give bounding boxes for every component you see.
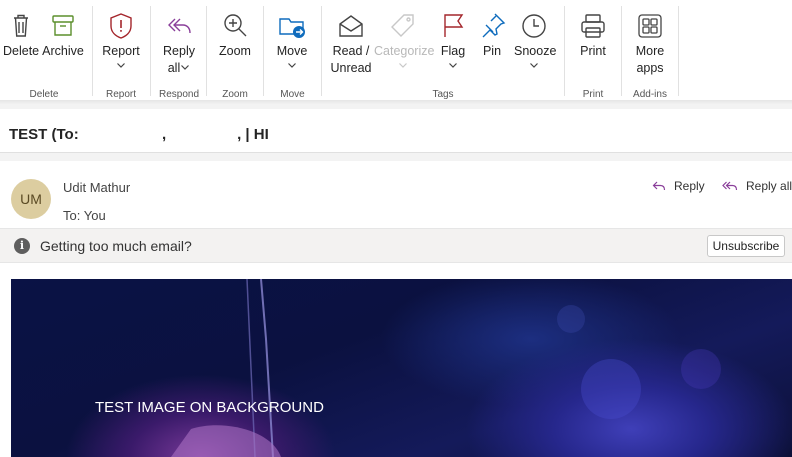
read-unread-button[interactable]: Read / Unread <box>330 10 372 76</box>
group-label-tags: Tags <box>432 89 454 100</box>
subject-card: TEST (To: , , | HI <box>0 109 792 153</box>
group-label-move: Move <box>280 89 305 100</box>
archive-button[interactable]: Archive <box>42 10 84 59</box>
hero-image: TEST IMAGE ON BACKGROUND <box>11 279 792 457</box>
group-label-respond: Respond <box>158 89 200 100</box>
archive-icon <box>52 15 74 36</box>
apps-grid-icon <box>638 14 662 38</box>
divider <box>678 6 679 96</box>
pin-button[interactable]: Pin <box>476 10 508 59</box>
zoom-group: Zoom Zoom <box>207 6 263 100</box>
report-button[interactable]: Report <box>99 10 143 71</box>
to-label: To: <box>63 208 81 223</box>
chevron-down-icon <box>181 65 190 70</box>
envelope-open-icon <box>339 15 363 37</box>
report-group: Report Report <box>93 6 149 100</box>
chevron-down-icon <box>530 63 538 68</box>
tags-group: Read / Unread Categorize Flag Pin Snooze… <box>322 6 564 100</box>
categorize-button[interactable]: Categorize <box>374 10 434 71</box>
reply-all-button[interactable]: Reply all <box>159 10 199 76</box>
group-label-print: Print <box>582 89 604 100</box>
reply-all-header-button[interactable]: Reply all <box>722 179 792 193</box>
folder-move-icon <box>279 18 305 38</box>
flag-button[interactable]: Flag <box>436 10 470 71</box>
info-bar: i Getting too much email? Unsubscribe <box>0 228 792 263</box>
info-icon: i <box>14 238 30 254</box>
printer-icon <box>581 14 605 38</box>
chevron-down-icon <box>449 63 457 68</box>
move-button[interactable]: Move <box>274 10 310 71</box>
unsubscribe-button[interactable]: Unsubscribe <box>707 235 785 257</box>
group-label-zoom: Zoom <box>222 89 248 100</box>
recipient-line: To: You <box>63 208 106 223</box>
group-label-delete: Delete <box>29 89 59 100</box>
group-label-report: Report <box>105 89 136 100</box>
reply-all-icon <box>168 18 191 34</box>
trash-icon <box>14 14 28 37</box>
chevron-down-icon <box>117 63 125 68</box>
zoom-button[interactable]: Zoom <box>217 10 253 59</box>
reply-button[interactable]: Reply <box>652 179 705 193</box>
message-subject: TEST (To: , , | HI <box>9 126 269 143</box>
flag-icon <box>444 14 464 37</box>
snooze-button[interactable]: Snooze <box>514 10 556 71</box>
zoom-icon <box>224 14 247 37</box>
chevron-down-icon <box>399 63 407 68</box>
subject-area: TEST (To: , , | HI <box>0 105 792 161</box>
sender-name[interactable]: Udit Mathur <box>63 180 130 195</box>
chevron-down-icon <box>288 63 296 68</box>
sender-avatar[interactable]: UM <box>11 179 51 219</box>
delete-group: Delete Archive Delete <box>0 6 88 100</box>
violin-illustration <box>171 279 721 457</box>
reply-all-icon <box>722 181 738 191</box>
shield-alert-icon <box>110 13 132 39</box>
respond-group: Reply all Respond <box>151 6 207 100</box>
print-group: Print Print <box>565 6 621 100</box>
ribbon-toolbar: Delete Archive Delete Report Report Repl… <box>0 0 792 101</box>
to-value[interactable]: You <box>84 208 106 223</box>
reply-icon <box>652 181 666 191</box>
group-label-addins: Add-ins <box>633 89 667 100</box>
info-text: Getting too much email? <box>40 238 192 254</box>
print-button[interactable]: Print <box>575 10 611 59</box>
pin-icon <box>482 13 506 38</box>
addins-group: More apps Add-ins <box>622 6 678 100</box>
move-group: Move Move <box>264 6 321 100</box>
tag-icon <box>391 14 414 37</box>
hero-text: TEST IMAGE ON BACKGROUND <box>95 399 324 416</box>
more-apps-button[interactable]: More apps <box>630 10 670 76</box>
delete-button[interactable]: Delete <box>3 10 39 59</box>
clock-icon <box>522 14 546 38</box>
